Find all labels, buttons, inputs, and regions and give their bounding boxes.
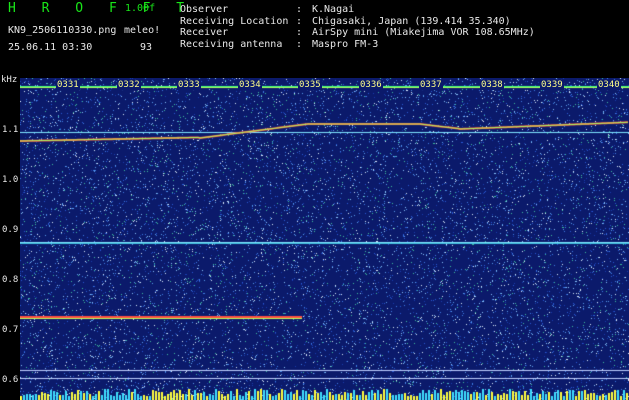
time-marker: 0331 [56, 80, 80, 90]
meta-row-antenna: Receiving antenna: Maspro FM-3 [180, 39, 535, 51]
station-info: Observer: K.Nagai Receiving Location: Chig… [180, 4, 535, 50]
y-tick-1-0: 1.0 [2, 175, 19, 185]
y-axis-unit: kHz [1, 75, 18, 85]
meta-row-receiver: Receiver: AirSpy mini (Miakejima VOR 108.… [180, 27, 535, 39]
timestamp: 25.06.11 03:30 [8, 42, 93, 53]
y-tick-0-9: 0.9 [2, 225, 19, 235]
spectrogram-canvas [20, 78, 629, 400]
time-marker: 0332 [117, 80, 141, 90]
time-marker: 0338 [480, 80, 504, 90]
y-tick-0-8: 0.8 [2, 275, 19, 285]
meta-key: Receiving Location [180, 15, 289, 27]
meta-row-location: Receiving Location: Chigasaki, Japan (139… [180, 16, 535, 28]
meta-key: Observer [180, 4, 229, 15]
meta-colon: : [296, 4, 303, 15]
time-marker: 0339 [540, 80, 564, 90]
meta-value: Maspro FM-3 [312, 38, 379, 50]
meta-key: Receiver [180, 27, 229, 38]
app-brand: H R O F F T [8, 1, 194, 16]
y-tick-0-7: 0.7 [2, 325, 19, 335]
y-tick-0-6: 0.6 [2, 375, 19, 385]
time-marker: 0333 [177, 80, 201, 90]
meta-value: Chigasaki, Japan (139.414 35.340) [312, 15, 511, 27]
time-marker: 0337 [419, 80, 443, 90]
header-panel: H R O F F T 1.00f KN9_2506110330.png mel… [0, 0, 629, 76]
meta-key: Receiving antenna [180, 38, 283, 50]
meta-colon: : [296, 15, 303, 27]
file-name: KN9_2506110330.png [8, 25, 117, 36]
time-marker: 0336 [359, 80, 383, 90]
app-version: 1.00f [125, 3, 156, 14]
meta-colon: : [296, 38, 303, 50]
meta-value: AirSpy mini (Miakejima VOR 108.65MHz) [312, 27, 535, 38]
time-marker: 0334 [238, 80, 262, 90]
meta-colon: : [296, 27, 303, 38]
time-marker: 0335 [298, 80, 322, 90]
meta-value: K.Nagai [312, 4, 355, 15]
count-value: 93 [140, 42, 153, 53]
meta-row-observer: Observer: K.Nagai [180, 4, 535, 16]
unit-label: meleo! [124, 25, 161, 36]
y-tick-1-1: 1.1 [2, 125, 19, 135]
time-marker: 0340 [597, 80, 621, 90]
